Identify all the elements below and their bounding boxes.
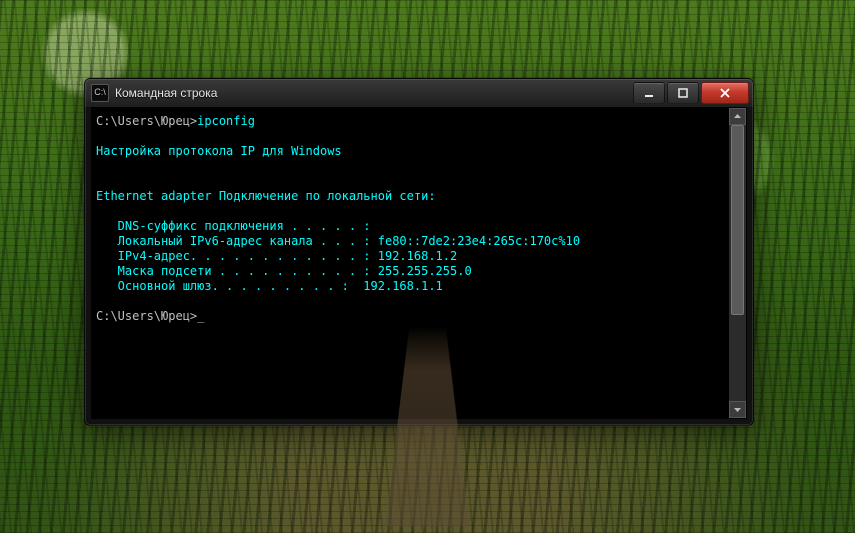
window-title: Командная строка bbox=[115, 86, 625, 100]
command-text: ipconfig bbox=[197, 114, 255, 128]
scroll-down-button[interactable] bbox=[729, 401, 746, 418]
scroll-up-button[interactable] bbox=[729, 108, 746, 125]
close-button[interactable] bbox=[701, 82, 749, 104]
command-prompt-window: C:\ Командная строка bbox=[84, 78, 754, 426]
output-ipv6: Локальный IPv6-адрес канала . . . : fe80… bbox=[96, 234, 580, 248]
cursor: _ bbox=[197, 309, 204, 323]
terminal-output[interactable]: C:\Users\Юрец>ipconfig Настройка протоко… bbox=[92, 108, 728, 418]
output-ipv4: IPv4-адрес. . . . . . . . . . . . : 192.… bbox=[96, 249, 457, 263]
window-client-area: C:\Users\Юрец>ipconfig Настройка протоко… bbox=[91, 107, 747, 419]
prompt-path: C:\Users\Юрец> bbox=[96, 114, 197, 128]
close-icon bbox=[719, 88, 731, 98]
window-control-buttons bbox=[631, 82, 749, 104]
maximize-button[interactable] bbox=[667, 82, 699, 104]
prompt-path: C:\Users\Юрец> bbox=[96, 309, 197, 323]
output-dns-suffix: DNS-суффикс подключения . . . . . : bbox=[96, 219, 371, 233]
vertical-scrollbar[interactable] bbox=[728, 108, 746, 418]
chevron-up-icon bbox=[733, 112, 742, 121]
maximize-icon bbox=[678, 88, 688, 98]
minimize-icon bbox=[644, 88, 654, 98]
output-adapter: Ethernet adapter Подключение по локально… bbox=[96, 189, 436, 203]
cmd-icon: C:\ bbox=[91, 84, 109, 102]
scrollbar-thumb[interactable] bbox=[731, 125, 744, 315]
minimize-button[interactable] bbox=[633, 82, 665, 104]
output-gateway: Основной шлюз. . . . . . . . . : 192.168… bbox=[96, 279, 443, 293]
desktop-wallpaper: C:\ Командная строка bbox=[0, 0, 855, 533]
output-subnet-mask: Маска подсети . . . . . . . . . . : 255.… bbox=[96, 264, 472, 278]
chevron-down-icon bbox=[733, 405, 742, 414]
output-heading: Настройка протокола IP для Windows bbox=[96, 144, 342, 158]
window-titlebar[interactable]: C:\ Командная строка bbox=[85, 79, 753, 107]
